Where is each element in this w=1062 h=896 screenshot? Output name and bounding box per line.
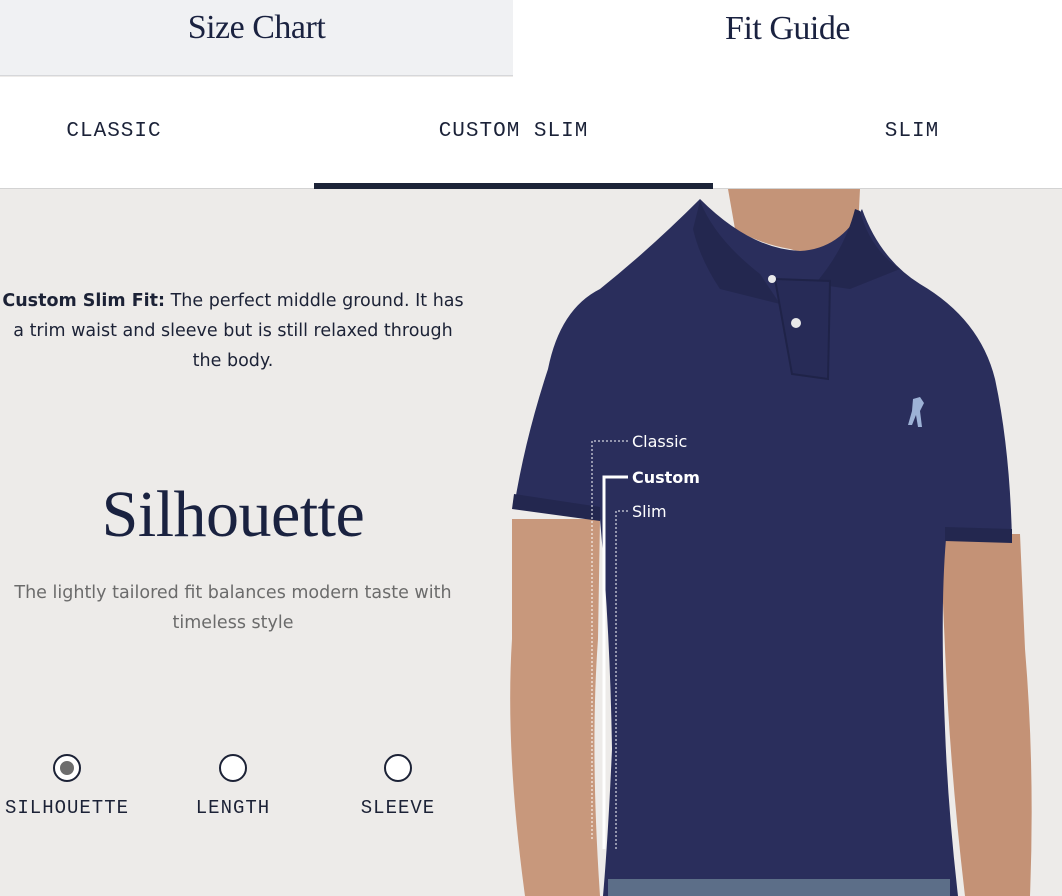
view-option-silhouette[interactable]: SILHOUETTE	[0, 754, 147, 819]
section-subtext: The lightly tailored fit balances modern…	[14, 583, 452, 633]
tab-classic-label: CLASSIC	[66, 120, 162, 143]
model-jeans	[608, 879, 950, 896]
tab-size-chart[interactable]: Size Chart	[0, 0, 513, 76]
model-polo-shirt-image	[510, 189, 1032, 896]
tab-custom-slim-label: CUSTOM SLIM	[438, 120, 589, 143]
tab-size-chart-label: Size Chart	[187, 8, 326, 46]
view-option-label: SILHOUETTE	[4, 797, 130, 819]
radio-unselected-icon[interactable]	[219, 754, 247, 782]
tab-fit-guide-label: Fit Guide	[725, 9, 850, 47]
tab-classic[interactable]: CLASSIC	[0, 77, 228, 188]
radio-unselected-icon[interactable]	[384, 754, 412, 782]
view-option-label: LENGTH	[195, 797, 271, 819]
model-right-arm	[940, 534, 1032, 896]
view-option-length[interactable]: LENGTH	[153, 754, 313, 819]
model-left-arm	[510, 519, 600, 896]
fit-marker-custom: Custom	[632, 468, 700, 487]
tab-slim[interactable]: SLIM	[812, 77, 1012, 188]
view-option-group: SILHOUETTE LENGTH SLEEVE	[0, 754, 470, 854]
model-button	[791, 318, 801, 328]
fit-description: Custom Slim Fit: The perfect middle grou…	[0, 286, 466, 376]
fit-tab-bar: CLASSIC CUSTOM SLIM SLIM	[0, 77, 1062, 189]
tab-custom-slim[interactable]: CUSTOM SLIM	[314, 77, 713, 188]
model-right-sleeve-band	[945, 527, 1012, 543]
radio-selected-icon[interactable]	[53, 754, 81, 782]
top-tab-bar: Size Chart Fit Guide	[0, 0, 1062, 77]
view-option-label: SLEEVE	[360, 797, 436, 819]
tab-slim-label: SLIM	[884, 120, 940, 143]
model-button	[768, 275, 776, 283]
tab-fit-guide[interactable]: Fit Guide	[513, 0, 1062, 77]
view-option-sleeve[interactable]: SLEEVE	[318, 754, 478, 819]
fit-guide-content: Custom Slim Fit: The perfect middle grou…	[0, 189, 1062, 896]
fit-marker-slim: Slim	[632, 502, 667, 521]
fit-description-title: Custom Slim Fit:	[2, 291, 166, 311]
section-heading: Silhouette	[101, 478, 365, 551]
fit-marker-classic: Classic	[632, 432, 688, 451]
